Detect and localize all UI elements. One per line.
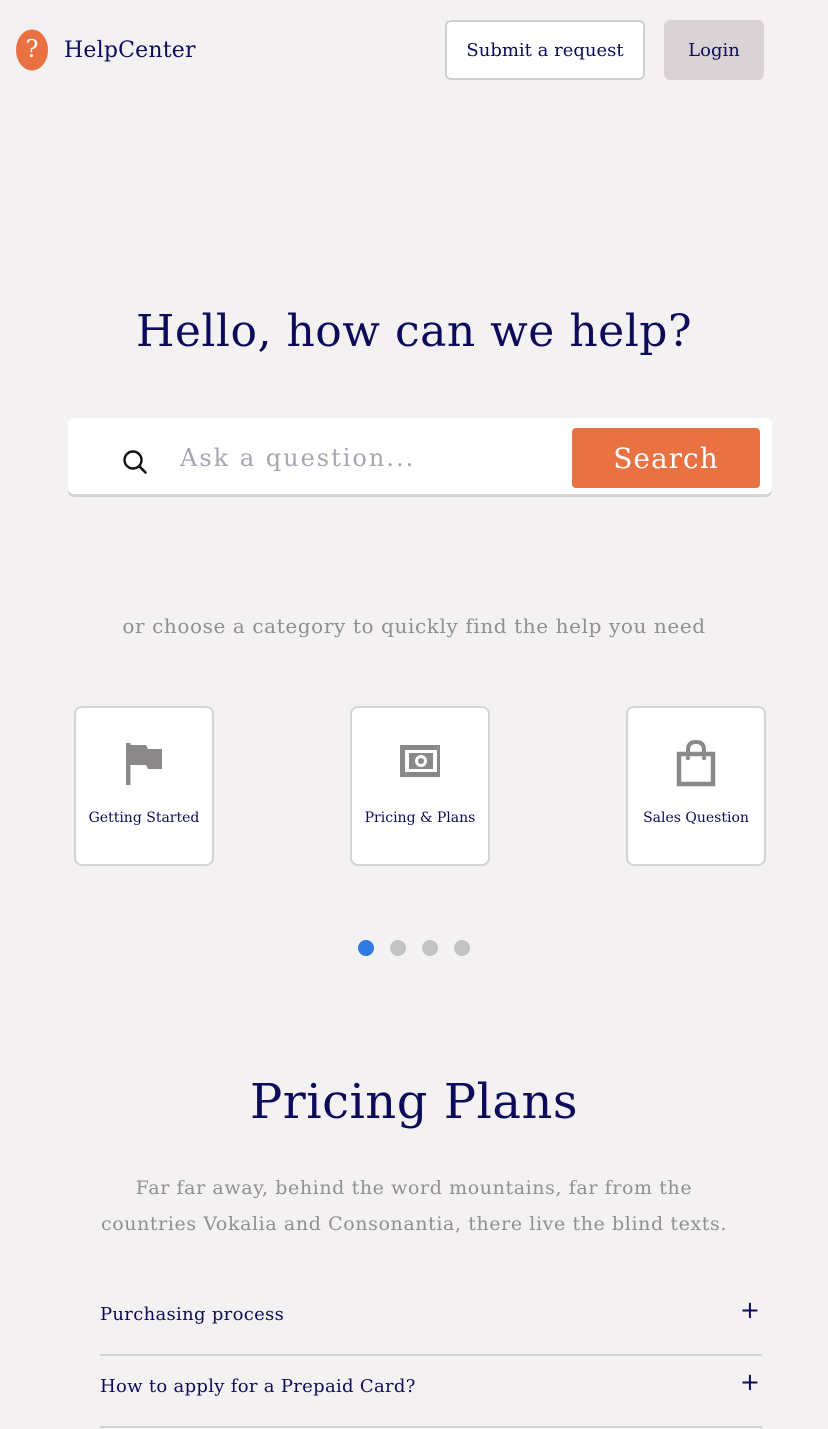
pricing-section-description: Far far away, behind the word mountains,…: [100, 1177, 728, 1235]
money-icon: [400, 745, 440, 777]
search-input[interactable]: [178, 432, 562, 484]
hero-title: Hello, how can we help?: [135, 306, 693, 357]
search-button[interactable]: Search: [572, 428, 760, 488]
category-label: Sales Question: [643, 810, 749, 826]
pricing-section-title: Pricing Plans: [249, 1074, 579, 1130]
expand-plus-icon[interactable]: +: [740, 1368, 760, 1396]
faq-question: How to apply for a Prepaid Card?: [100, 1376, 416, 1397]
brand-name: HelpCenter: [64, 37, 196, 63]
expand-plus-icon[interactable]: +: [740, 1296, 760, 1324]
faq-item-prepaid-card[interactable]: How to apply for a Prepaid Card? +: [100, 1354, 762, 1428]
faq-question: Purchasing process: [100, 1304, 285, 1325]
category-card-sales-question[interactable]: Sales Question: [626, 706, 766, 866]
question-icon: ?: [16, 29, 48, 71]
logo[interactable]: ? HelpCenter: [16, 29, 196, 71]
svg-text:?: ?: [26, 35, 39, 63]
shopping-bag-icon: [676, 740, 716, 787]
category-card-getting-started[interactable]: Getting Started: [74, 706, 214, 866]
carousel-dot-2[interactable]: [390, 940, 406, 956]
category-card-pricing-plans[interactable]: Pricing & Plans: [350, 706, 490, 866]
login-button[interactable]: Login: [664, 20, 764, 80]
category-subtitle: or choose a category to quickly find the…: [122, 614, 706, 638]
category-label: Pricing & Plans: [364, 810, 476, 826]
flag-icon: [126, 743, 162, 785]
carousel-dot-3[interactable]: [422, 940, 438, 956]
carousel-dot-4[interactable]: [454, 940, 470, 956]
search-bar: Search: [68, 418, 772, 494]
submit-request-button[interactable]: Submit a request: [445, 20, 645, 80]
header: ? HelpCenter Submit a request Login: [0, 0, 828, 100]
carousel-dots: [358, 940, 486, 956]
faq-item-purchasing-process[interactable]: Purchasing process +: [100, 1282, 762, 1356]
carousel-dot-1[interactable]: [358, 940, 374, 956]
category-label: Getting Started: [88, 810, 200, 826]
search-icon: [123, 450, 147, 474]
